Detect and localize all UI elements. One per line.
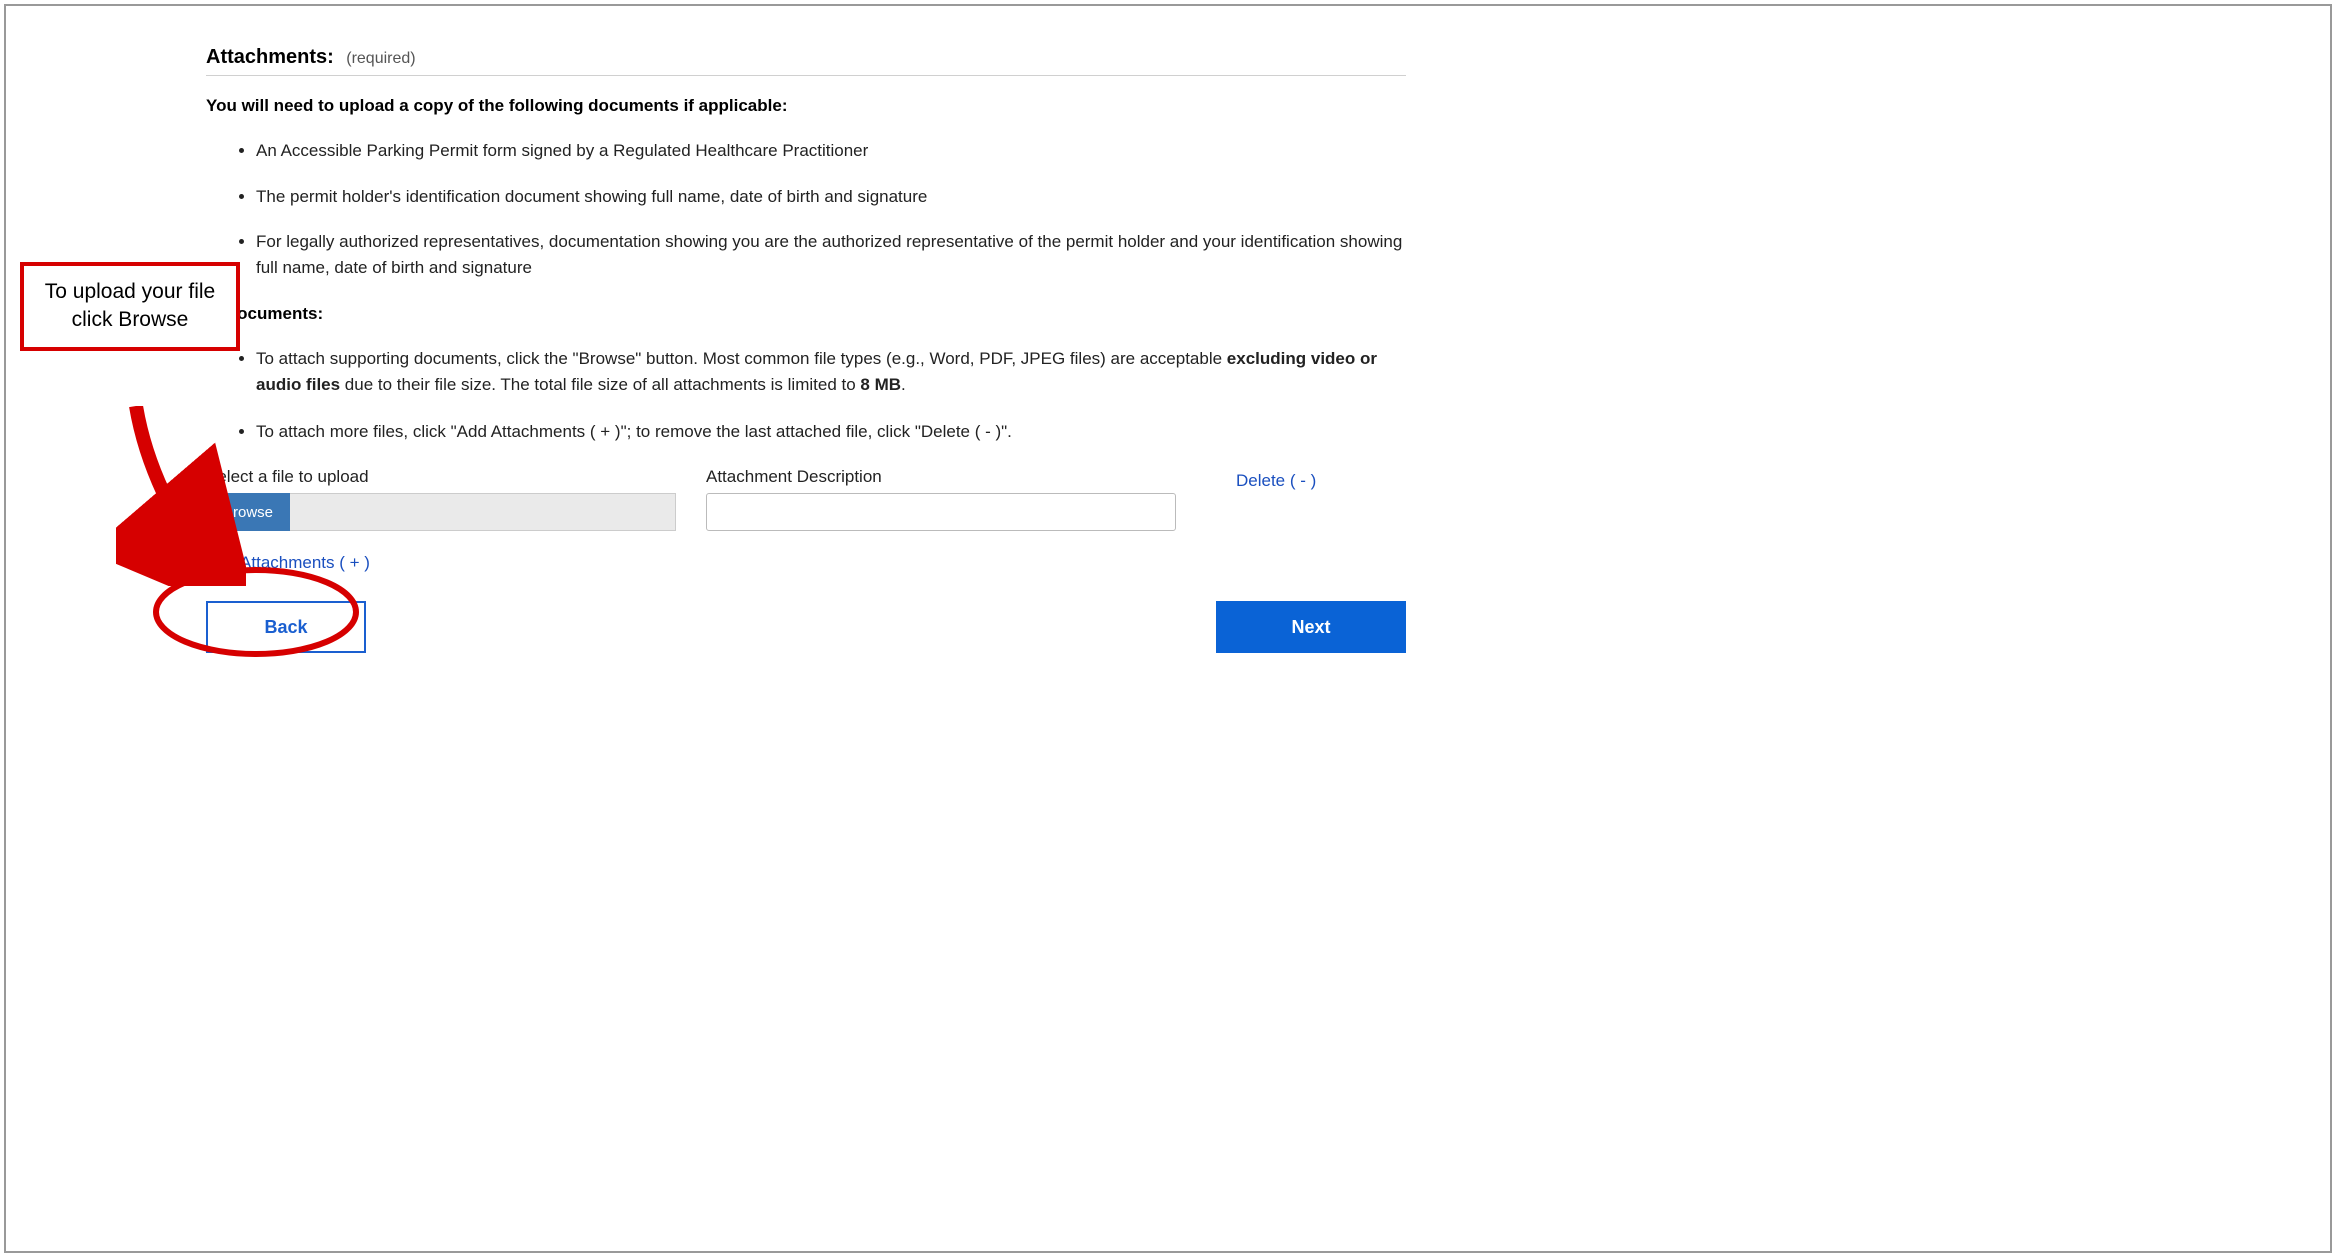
text-fragment: To attach supporting documents, click th… xyxy=(256,349,1227,368)
upload-row: Select a file to upload Browse Attachmen… xyxy=(206,467,1406,531)
back-button[interactable]: Back xyxy=(206,601,366,653)
page-frame: To upload your file click Browse Attachm… xyxy=(4,4,2332,1253)
callout-box: To upload your file click Browse xyxy=(20,262,240,351)
attachment-instructions-list: To attach supporting documents, click th… xyxy=(256,346,1406,445)
text-bold: 8 MB xyxy=(860,375,901,394)
next-button[interactable]: Next xyxy=(1216,601,1406,653)
section-header: Attachments: (required) xyxy=(206,46,1406,76)
attach-heading: of documents: xyxy=(206,304,1406,324)
delete-link[interactable]: Delete ( - ) xyxy=(1236,471,1316,491)
description-label: Attachment Description xyxy=(706,467,1176,487)
text-fragment: due to their file size. The total file s… xyxy=(340,375,860,394)
file-select-label: Select a file to upload xyxy=(206,467,676,487)
main-content: Attachments: (required) You will need to… xyxy=(206,46,1406,653)
list-item: To attach supporting documents, click th… xyxy=(256,346,1406,399)
section-required-label: (required) xyxy=(346,50,415,67)
description-field: Attachment Description xyxy=(706,467,1176,531)
section-title: Attachments: xyxy=(206,46,334,68)
file-path-display[interactable] xyxy=(290,493,676,531)
list-item: An Accessible Parking Permit form signed… xyxy=(256,138,1406,164)
list-item: To attach more files, click "Add Attachm… xyxy=(256,419,1406,445)
text-fragment: . xyxy=(901,375,906,394)
list-item: For legally authorized representatives, … xyxy=(256,229,1406,280)
description-input[interactable] xyxy=(706,493,1176,531)
file-select-field: Select a file to upload Browse xyxy=(206,467,676,531)
nav-row: Back Next xyxy=(206,601,1406,653)
required-docs-list: An Accessible Parking Permit form signed… xyxy=(256,138,1406,280)
instruction-lead: You will need to upload a copy of the fo… xyxy=(206,96,1406,116)
list-item: The permit holder's identification docum… xyxy=(256,184,1406,210)
callout-arrow-icon xyxy=(116,406,246,586)
browse-group: Browse xyxy=(206,493,676,531)
